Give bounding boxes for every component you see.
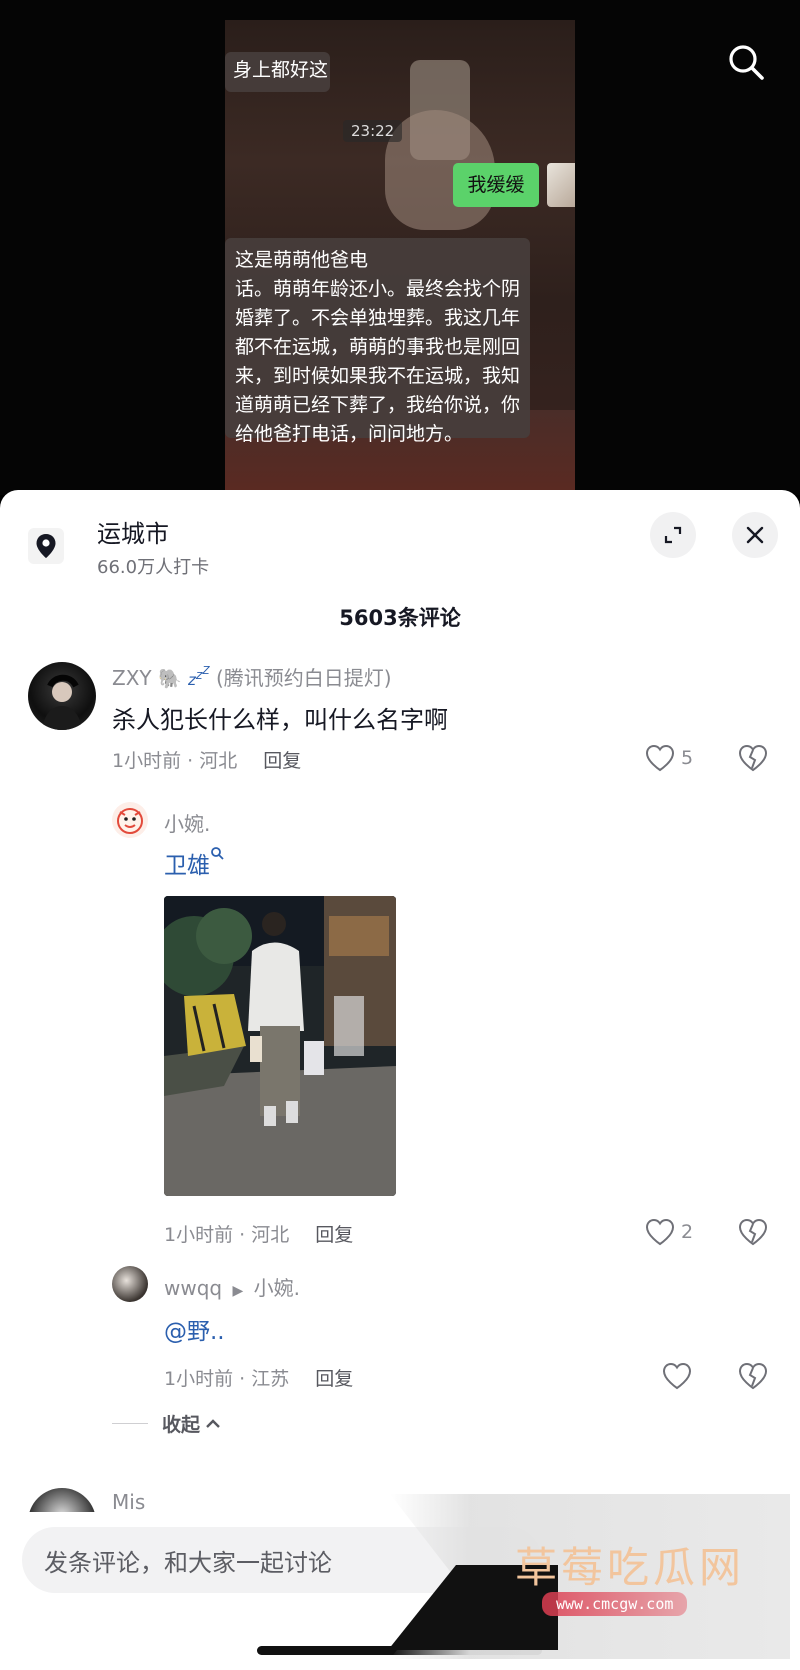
broken-heart-icon (738, 1218, 768, 1246)
reply-text-link[interactable]: 卫雄 (164, 846, 224, 880)
username-badge: (腾讯预约白日提灯) (215, 666, 392, 690)
reply-button[interactable]: 回复 (315, 1368, 353, 1390)
broken-heart-icon (738, 744, 768, 772)
reply-to-username[interactable]: 小婉. (254, 1276, 300, 1300)
location-icon-box[interactable] (28, 528, 64, 564)
username-text[interactable]: ZXY (112, 666, 152, 690)
dislike-button[interactable] (738, 744, 768, 776)
like-button[interactable]: 5 (645, 744, 693, 772)
close-button[interactable] (732, 512, 778, 558)
collapse-label[interactable]: 收起 (162, 1410, 200, 1437)
sleep-zzz-icon: zzZ (188, 664, 210, 689)
chat-timestamp: 23:22 (343, 120, 403, 142)
comment-count: 5603条评论 (339, 606, 461, 630)
heart-icon (645, 744, 675, 772)
comment-sheet: 运城市 66.0万人打卡 5603条评论 ZXY 🐘 zzZ (腾讯预约白日提灯… (0, 490, 800, 1670)
comment-input-placeholder[interactable]: 发条评论，和大家一起讨论 (44, 1543, 332, 1578)
close-icon (746, 526, 764, 544)
watermark-title: 草莓吃瓜网 (515, 1543, 746, 1592)
comment-text: 杀人犯长什么样，叫什么名字啊 (112, 706, 448, 734)
comment-meta: 1小时前 · 河北 回复 (112, 746, 301, 773)
reply-time-location: 1小时前 · 江苏 (164, 1368, 290, 1390)
heart-icon (662, 1362, 692, 1390)
like-count: 5 (681, 747, 694, 769)
elephant-emoji-icon: 🐘 (157, 668, 182, 690)
heart-icon (645, 1218, 675, 1246)
like-count: 2 (681, 1221, 694, 1243)
search-icon (729, 45, 764, 80)
comment-time-location: 1小时前 · 河北 (112, 750, 238, 772)
location-title[interactable]: 运城市 (97, 514, 169, 549)
chat-avatar (547, 163, 575, 207)
chat-bubble-long: 这是萌萌他爸电 话。萌萌年龄还小。最终会找个阴 婚葬了。不会单独埋葬。我这几年 … (225, 238, 530, 445)
avatar-image (42, 674, 82, 730)
collapse-replies-button[interactable]: 收起 (112, 1410, 222, 1437)
reply-username[interactable]: wwqq (164, 1276, 222, 1300)
like-button[interactable]: 2 (645, 1218, 693, 1246)
dislike-button[interactable] (738, 1218, 768, 1250)
comment-username[interactable]: Mis (112, 1490, 145, 1514)
watermark-url: www.cmcgw.com (542, 1592, 688, 1616)
chat-bubble-top: 身上都好这 (225, 52, 330, 92)
search-button[interactable] (722, 38, 770, 86)
reply-button[interactable]: 回复 (263, 750, 301, 772)
street-photo (164, 896, 396, 1196)
avatar-image (117, 808, 143, 834)
avatar[interactable] (28, 662, 96, 730)
search-small-icon (211, 847, 224, 860)
like-button[interactable] (662, 1362, 698, 1390)
comment-username[interactable]: ZXY 🐘 zzZ (腾讯预约白日提灯) (112, 662, 392, 691)
reply-photo[interactable] (164, 896, 396, 1196)
reply-text[interactable]: 卫雄 (164, 853, 210, 879)
location-checkins: 66.0万人打卡 (97, 557, 210, 578)
collapse-divider (112, 1423, 148, 1424)
reply-meta: 1小时前 · 江苏 回复 (164, 1364, 353, 1391)
location-pin-icon (36, 534, 56, 558)
reply-button[interactable]: 回复 (315, 1224, 353, 1246)
reply-username-line: wwqq ▶ 小婉. (164, 1272, 300, 1301)
reply-mention[interactable]: @野.. (164, 1312, 225, 1346)
expand-button[interactable] (650, 512, 696, 558)
chat-screenshot: 身上都好这 23:22 我缓缓 这是萌萌他爸电 话。萌萌年龄还小。最终会找个阴 … (225, 20, 575, 490)
dislike-button[interactable] (738, 1362, 768, 1394)
avatar[interactable] (112, 802, 148, 838)
video-area[interactable]: 身上都好这 23:22 我缓缓 这是萌萌他爸电 话。萌萌年龄还小。最终会找个阴 … (0, 0, 800, 495)
chat-bubble-green: 我缓缓 (453, 163, 539, 207)
reply-arrow-icon: ▶ (232, 1283, 244, 1299)
reply-time-location: 1小时前 · 河北 (164, 1224, 290, 1246)
expand-icon (664, 526, 682, 544)
broken-heart-icon (738, 1362, 768, 1390)
avatar[interactable] (112, 1266, 148, 1302)
reply-username[interactable]: 小婉. (164, 808, 210, 837)
reply-meta: 1小时前 · 河北 回复 (164, 1220, 353, 1247)
chevron-up-icon (206, 1418, 220, 1428)
